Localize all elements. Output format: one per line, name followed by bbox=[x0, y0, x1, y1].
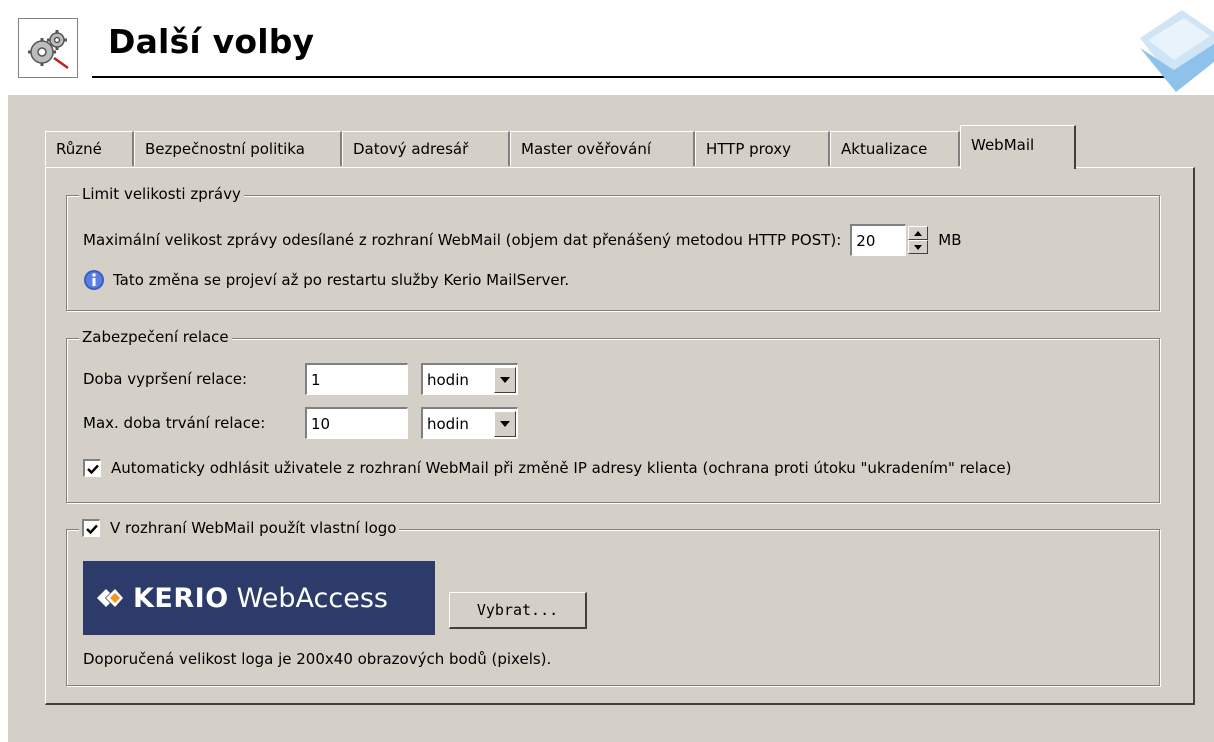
session-max-input[interactable]: 10 bbox=[305, 407, 408, 439]
size-limit-note: Tato změna se projeví až po restartu slu… bbox=[113, 271, 570, 289]
arrow-up-icon bbox=[914, 230, 923, 236]
choose-logo-button[interactable]: Vybrat... bbox=[449, 592, 587, 629]
size-limit-input[interactable]: 20 bbox=[850, 224, 907, 256]
size-limit-label: Maximální velikost zprávy odesílané z ro… bbox=[83, 231, 842, 249]
session-security-legend: Zabezpečení relace bbox=[79, 328, 232, 346]
size-limit-group: Limit velikosti zprávy Maximální velikos… bbox=[66, 185, 1160, 311]
session-timeout-unit-select[interactable]: hodin bbox=[421, 363, 518, 395]
info-icon bbox=[84, 270, 104, 290]
auto-logout-label: Automaticky odhlásit uživatele z rozhran… bbox=[111, 459, 1012, 477]
chevron-down-icon bbox=[500, 376, 510, 383]
dropdown-button[interactable] bbox=[494, 410, 516, 437]
spin-up-button[interactable] bbox=[908, 226, 929, 240]
checkmark-icon bbox=[86, 464, 99, 474]
session-timeout-row: Doba vypršení relace: 1 hodin bbox=[83, 363, 518, 395]
webmail-tab-panel: Limit velikosti zprávy Maximální velikos… bbox=[45, 167, 1195, 705]
session-timeout-input[interactable]: 1 bbox=[305, 363, 408, 395]
size-limit-note-row: Tato změna se projeví až po restartu slu… bbox=[83, 269, 569, 291]
size-limit-row: Maximální velikost zprávy odesílané z ro… bbox=[83, 224, 962, 256]
tab-label: Datový adresář bbox=[353, 140, 469, 158]
session-max-label: Max. doba trvání relace: bbox=[83, 414, 266, 432]
session-max-unit-select[interactable]: hodin bbox=[421, 407, 518, 439]
tab-label: HTTP proxy bbox=[706, 140, 791, 158]
tab-label: Různé bbox=[56, 140, 102, 158]
page-title: Další volby bbox=[108, 22, 315, 61]
tab-http-proxy[interactable]: HTTP proxy bbox=[695, 131, 830, 166]
arrow-down-icon bbox=[914, 244, 923, 250]
settings-icon-frame bbox=[18, 18, 78, 78]
session-security-group: Zabezpečení relace Doba vypršení relace:… bbox=[66, 328, 1160, 503]
tab-label: WebMail bbox=[971, 135, 1035, 154]
session-max-row: Max. doba trvání relace: 10 hodin bbox=[83, 407, 518, 439]
tab-datovy-adresar[interactable]: Datový adresář bbox=[342, 131, 510, 166]
dialog-area: Různé Bezpečnostní politika Datový adres… bbox=[8, 95, 1214, 742]
auto-logout-checkbox[interactable] bbox=[83, 459, 101, 477]
logo-preview-product: WebAccess bbox=[236, 582, 388, 614]
tab-webmail[interactable]: WebMail bbox=[960, 125, 1076, 169]
custom-logo-checkbox[interactable] bbox=[82, 519, 100, 537]
tab-label: Aktualizace bbox=[841, 140, 928, 158]
spin-down-button[interactable] bbox=[908, 240, 929, 254]
size-limit-unit: MB bbox=[938, 231, 962, 249]
tab-label: Master ověřování bbox=[521, 140, 652, 158]
tab-master-overovani[interactable]: Master ověřování bbox=[510, 131, 695, 166]
custom-logo-legend: V rozhraní WebMail použít vlastní logo bbox=[79, 519, 400, 537]
checkmark-icon bbox=[85, 524, 98, 534]
chevron-down-icon bbox=[500, 420, 510, 427]
header-divider bbox=[92, 76, 1186, 78]
size-limit-spinner[interactable] bbox=[908, 226, 929, 254]
auto-logout-row: Automaticky odhlásit uživatele z rozhran… bbox=[83, 459, 1011, 477]
custom-logo-group: V rozhraní WebMail použít vlastní logo K… bbox=[66, 519, 1160, 686]
tab-bezpecnostni-politika[interactable]: Bezpečnostní politika bbox=[134, 131, 342, 166]
kerio-arrow-icon bbox=[97, 589, 123, 607]
logo-hint-row: Doporučená velikost loga je 200x40 obraz… bbox=[83, 650, 551, 668]
gears-icon bbox=[28, 30, 69, 70]
logo-preview: KERIO WebAccess bbox=[83, 561, 435, 635]
kerio-diamond-icon bbox=[1140, 10, 1214, 92]
tab-ruzne[interactable]: Různé bbox=[45, 131, 134, 166]
tab-label: Bezpečnostní politika bbox=[145, 140, 305, 158]
dropdown-button[interactable] bbox=[494, 366, 516, 393]
custom-logo-label: V rozhraní WebMail použít vlastní logo bbox=[110, 519, 397, 537]
logo-size-hint: Doporučená velikost loga je 200x40 obraz… bbox=[83, 650, 552, 668]
logo-preview-brand: KERIO bbox=[133, 582, 229, 614]
size-limit-legend: Limit velikosti zprávy bbox=[79, 185, 244, 203]
session-timeout-label: Doba vypršení relace: bbox=[83, 370, 248, 388]
tab-aktualizace[interactable]: Aktualizace bbox=[830, 131, 960, 166]
